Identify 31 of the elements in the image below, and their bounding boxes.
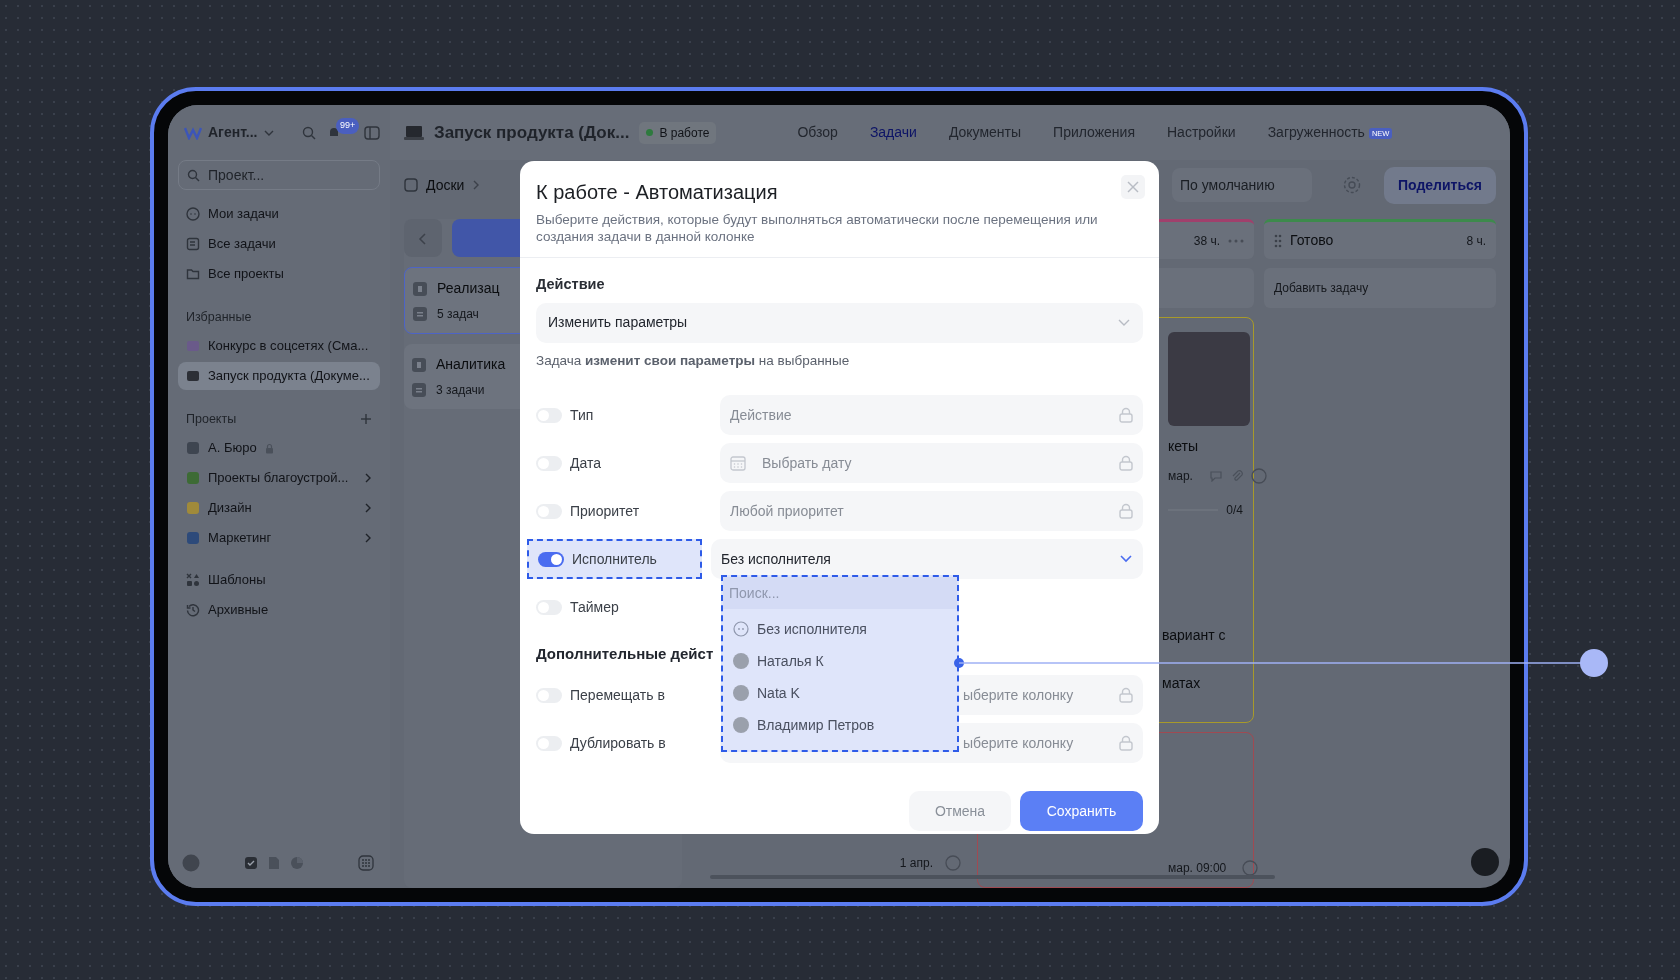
card-count: 3 задачи <box>436 382 485 399</box>
card-title: Аналитика <box>436 355 506 374</box>
status-badge: В работе <box>639 121 717 144</box>
due-date: мар. <box>1168 468 1193 485</box>
toggle-label: Перемещать в <box>570 685 665 705</box>
dialog-description: Выберите действия, которые будут выполняться автоматически после перемещения или создания задачи в данной колонке <box>536 211 1099 245</box>
card-title: кеты <box>1168 437 1200 456</box>
section-label: Проекты <box>186 410 237 428</box>
field-label: Действие <box>536 275 606 294</box>
toggle-label: Приоритет <box>570 501 640 521</box>
due-date: 1 апр. <box>899 855 933 872</box>
column-title: Готово <box>1290 231 1334 250</box>
toggle-label: Исполнитель <box>572 549 657 569</box>
project-title: Запуск продукта (Док... <box>434 121 630 144</box>
section-label: Избранные <box>186 308 252 326</box>
toggle-label: Дублировать в <box>570 733 666 753</box>
card-text: вариант с <box>1162 626 1227 645</box>
section-title: Дополнительные дейст <box>536 644 714 663</box>
toggle-label: Дата <box>570 453 601 473</box>
hint-text: Задача изменит свои параметры на выбранные <box>536 351 851 370</box>
card-title: Реализац <box>437 279 500 298</box>
card-count: 5 задач <box>437 306 479 323</box>
hours-count: 38 ч. <box>1193 232 1220 250</box>
dialog-title: К работе - Автоматизация <box>536 180 778 205</box>
card-text: матах <box>1162 674 1202 693</box>
toggle-label: Таймер <box>570 597 619 617</box>
hours-count: 8 ч. <box>1466 232 1486 250</box>
notification-count: 99+ <box>336 118 360 134</box>
progress-count: 0/4 <box>1226 502 1243 519</box>
due-date: мар. 09:00 <box>1168 860 1227 877</box>
toggle-label: Тип <box>570 405 594 425</box>
